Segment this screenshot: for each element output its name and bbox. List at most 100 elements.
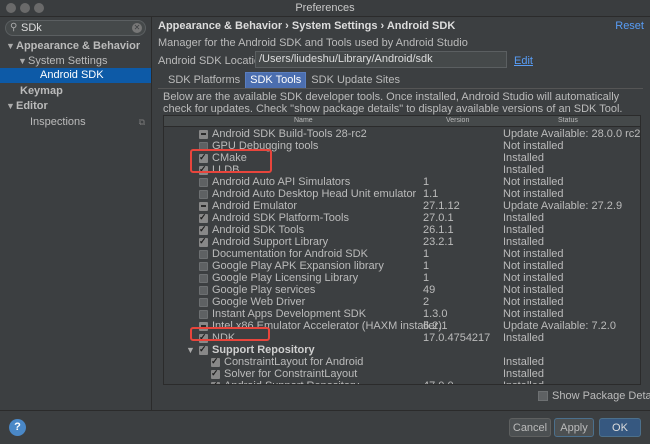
row-checkbox[interactable] [199, 130, 208, 139]
sdk-location-field[interactable]: /Users/liudeshu/Library/Android/sdk [255, 51, 507, 68]
expand-arrow-icon[interactable]: ▼ [18, 54, 28, 69]
table-row[interactable]: Android Emulator 27.1.12 Update Available:… [164, 200, 640, 212]
row-version: 1 [423, 272, 430, 284]
maximize-window-icon[interactable] [34, 3, 44, 13]
table-row[interactable]: Android SDK Build-Tools 28-rc2 Update Ava… [164, 128, 640, 140]
row-status: Installed [503, 236, 544, 248]
row-checkbox[interactable] [199, 298, 208, 307]
row-checkbox[interactable] [199, 211, 208, 223]
table-row[interactable]: Google Play APK Expansion library 1 Not in… [164, 260, 640, 272]
row-status: Installed [503, 152, 544, 164]
row-status: Not installed [503, 140, 564, 152]
row-name: Google Play APK Expansion library [212, 260, 384, 272]
table-row[interactable]: Google Play services 49 Not installed [164, 284, 640, 296]
table-row[interactable]: Documentation for Android SDK 1 Not instal… [164, 248, 640, 260]
table-row[interactable]: Android Auto API Simulators 1 Not installe… [164, 176, 640, 188]
minimize-window-icon[interactable] [20, 3, 30, 13]
table-row[interactable]: ▼ Support Repository [164, 343, 640, 356]
sidebar-item-label: Keymap [20, 85, 63, 97]
sidebar-item-appearance-behavior[interactable]: ▼Appearance & Behavior [6, 39, 140, 54]
row-checkbox[interactable] [211, 367, 220, 379]
row-status: Installed [503, 380, 544, 384]
table-row[interactable]: Solver for ConstraintLayout Installed [164, 367, 640, 380]
highlight-box-cmake-lldb [190, 149, 272, 173]
row-name: Android SDK Build-Tools 28-rc2 [212, 128, 367, 140]
row-name: Google Web Driver [212, 296, 306, 308]
row-checkbox[interactable] [199, 235, 208, 247]
row-status: Update Available: 28.0.0 rc2 [503, 128, 641, 140]
tab-divider [158, 88, 643, 89]
row-checkbox[interactable] [199, 274, 208, 283]
checkbox[interactable] [538, 391, 548, 401]
sidebar-item-android-sdk[interactable]: Android SDK [0, 68, 151, 83]
breadcrumb: Appearance & Behavior › System Settings … [158, 20, 456, 32]
row-checkbox[interactable] [199, 286, 208, 295]
row-checkbox[interactable] [199, 190, 208, 199]
row-name: ConstraintLayout for Android [224, 356, 364, 368]
row-checkbox[interactable] [211, 379, 220, 384]
row-checkbox[interactable] [199, 262, 208, 271]
clear-search-icon[interactable]: ✕ [132, 23, 142, 33]
row-checkbox[interactable] [211, 355, 220, 367]
row-status: Update Available: 7.2.0 [503, 320, 616, 332]
row-version: 1.1 [423, 188, 439, 200]
row-checkbox[interactable] [199, 202, 208, 211]
sidebar-item-label: System Settings [28, 55, 108, 67]
settings-search-box[interactable]: ⚲ ✕ [5, 20, 146, 36]
column-header-status[interactable]: Status [558, 116, 578, 126]
window-titlebar: Preferences [0, 0, 650, 17]
highlight-box-ndk [190, 327, 270, 341]
cancel-button[interactable]: Cancel [509, 418, 551, 437]
sidebar-item-keymap[interactable]: Keymap [20, 84, 63, 99]
table-row[interactable]: Google Web Driver 2 Not installed [164, 296, 640, 308]
table-row[interactable]: Android Support Repository 47.0.0 Installe… [164, 379, 640, 384]
help-icon[interactable]: ? [9, 419, 26, 436]
row-status: Not installed [503, 272, 564, 284]
row-name: Android Support Library [212, 236, 329, 248]
sidebar-item-inspections[interactable]: Inspections ⧉ [30, 115, 145, 130]
collapse-arrow-icon[interactable]: ▼ [186, 344, 196, 356]
row-name: Android Auto API Simulators [212, 176, 351, 188]
tab-sdk-tools[interactable]: SDK Tools [245, 72, 307, 89]
row-checkbox[interactable] [199, 343, 208, 355]
sidebar-item-label: Appearance & Behavior [16, 40, 141, 52]
tab-sdk-platforms[interactable]: SDK Platforms [163, 72, 245, 89]
expand-arrow-icon[interactable]: ▼ [6, 39, 16, 54]
search-icon: ⚲ [10, 22, 18, 33]
table-row[interactable]: Google Play Licensing Library 1 Not instal… [164, 272, 640, 284]
sdk-tabs: SDK Platforms SDK Tools SDK Update Sites [163, 72, 405, 89]
row-status: Installed [503, 212, 544, 224]
table-row[interactable]: Android SDK Platform-Tools 27.0.1 Installe… [164, 211, 640, 224]
sidebar-item-editor[interactable]: ▼Editor [6, 99, 48, 114]
table-row[interactable]: Instant Apps Development SDK 1.3.0 Not ins… [164, 308, 640, 320]
row-status: Installed [503, 332, 544, 344]
row-name: Android SDK Platform-Tools [212, 212, 349, 224]
info-text: Below are the available SDK developer to… [163, 91, 623, 115]
sidebar-item-system-settings[interactable]: ▼System Settings [18, 54, 107, 69]
settings-sidebar: ⚲ ✕ ▼Appearance & Behavior ▼System Setti… [0, 17, 152, 410]
edit-link[interactable]: Edit [514, 55, 533, 67]
table-row[interactable]: Android Auto Desktop Head Unit emulator 1… [164, 188, 640, 200]
reset-link[interactable]: Reset [615, 17, 644, 35]
sidebar-item-label: Editor [16, 100, 48, 112]
table-row[interactable]: ConstraintLayout for Android Installed [164, 355, 640, 368]
expand-arrow-icon[interactable]: ▼ [6, 99, 16, 114]
row-checkbox[interactable] [199, 250, 208, 259]
search-input[interactable] [21, 21, 121, 35]
row-checkbox[interactable] [199, 310, 208, 319]
column-header-name[interactable]: Name [294, 116, 313, 126]
row-status: Not installed [503, 296, 564, 308]
apply-button[interactable]: Apply [554, 418, 594, 437]
row-checkbox[interactable] [199, 178, 208, 187]
table-row[interactable]: Android SDK Tools 26.1.1 Installed [164, 223, 640, 236]
tab-sdk-update-sites[interactable]: SDK Update Sites [306, 72, 405, 89]
row-version: 2 [423, 296, 430, 308]
row-checkbox[interactable] [199, 223, 208, 235]
column-header-version[interactable]: Version [446, 116, 469, 126]
row-name: Google Play Licensing Library [212, 272, 359, 284]
close-window-icon[interactable] [6, 3, 16, 13]
row-version: 1 [423, 176, 430, 188]
table-row[interactable]: Android Support Library 23.2.1 Installed [164, 235, 640, 248]
ok-button[interactable]: OK [599, 418, 641, 437]
row-name: Instant Apps Development SDK [212, 308, 367, 320]
